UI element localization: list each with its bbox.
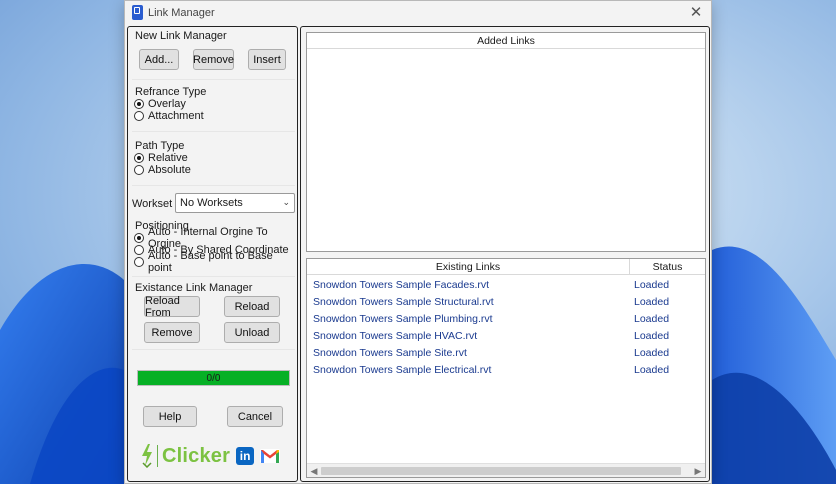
link-status: Loaded xyxy=(634,346,670,359)
existance-link-manager-label: Existance Link Manager xyxy=(135,282,253,294)
chevron-down-icon: ⌄ xyxy=(282,197,290,207)
insert-button[interactable]: Insert xyxy=(248,49,286,70)
workset-label: Workset xyxy=(132,198,173,210)
radio-internal-origin[interactable]: Auto - Internal Orgine To Orgine xyxy=(134,226,297,250)
divider xyxy=(132,276,295,277)
horizontal-scrollbar[interactable]: ◀ ▶ xyxy=(307,463,705,477)
radio-internal-origin-indicator[interactable] xyxy=(134,233,144,243)
link-name: Snowdon Towers Sample Site.rvt xyxy=(313,346,467,359)
radio-relative[interactable]: Relative xyxy=(134,152,188,164)
link-name: Snowdon Towers Sample Electrical.rvt xyxy=(313,363,492,376)
add-button[interactable]: Add... xyxy=(139,49,179,70)
scroll-left-icon[interactable]: ◀ xyxy=(308,465,320,477)
radio-absolute-indicator[interactable] xyxy=(134,165,144,175)
left-panel: New Link Manager Add... Remove Insert Re… xyxy=(127,26,298,482)
table-row[interactable]: Snowdon Towers Sample HVAC.rvt Loaded xyxy=(307,327,705,344)
remove-new-link-button[interactable]: Remove xyxy=(193,49,234,70)
workset-select[interactable]: No Worksets ⌄ xyxy=(175,193,295,213)
link-status: Loaded xyxy=(634,278,670,291)
column-existing-links[interactable]: Existing Links xyxy=(307,259,630,275)
title-bar: Link Manager ✕ xyxy=(125,1,711,25)
link-status: Loaded xyxy=(634,363,670,376)
app-icon xyxy=(132,5,143,20)
link-status: Loaded xyxy=(634,295,670,308)
divider xyxy=(132,79,295,80)
column-added-links[interactable]: Added Links xyxy=(307,33,705,49)
link-name: Snowdon Towers Sample HVAC.rvt xyxy=(313,329,478,342)
scrollbar-thumb[interactable] xyxy=(321,467,681,475)
lightning-icon xyxy=(142,444,152,468)
divider xyxy=(132,349,295,350)
added-links-header: Added Links xyxy=(307,33,705,49)
radio-relative-indicator[interactable] xyxy=(134,153,144,163)
help-button[interactable]: Help xyxy=(143,406,197,427)
link-status: Loaded xyxy=(634,329,670,342)
link-status: Loaded xyxy=(634,312,670,325)
divider xyxy=(132,185,295,186)
radio-base-point-indicator[interactable] xyxy=(134,257,144,267)
unload-button[interactable]: Unload xyxy=(224,322,280,343)
added-links-list[interactable]: Added Links xyxy=(306,32,706,252)
radio-base-point-label: Auto - Base point to Base point xyxy=(148,250,273,274)
workset-value: No Worksets xyxy=(180,197,243,209)
radio-overlay-label: Overlay xyxy=(148,98,186,110)
table-row[interactable]: Snowdon Towers Sample Electrical.rvt Loa… xyxy=(307,361,705,378)
brand-footer: Clicker in xyxy=(140,443,281,469)
link-manager-window: Link Manager ✕ New Link Manager Add... R… xyxy=(124,0,712,484)
radio-relative-label: Relative xyxy=(148,152,188,164)
new-link-manager-label: New Link Manager xyxy=(135,30,227,42)
radio-attachment-label: Attachment xyxy=(148,110,204,122)
table-row[interactable]: Snowdon Towers Sample Site.rvt Loaded xyxy=(307,344,705,361)
radio-absolute[interactable]: Absolute xyxy=(134,164,191,176)
brand-logo-text[interactable]: Clicker xyxy=(162,445,230,468)
gmail-icon[interactable] xyxy=(260,448,281,464)
table-row[interactable]: Snowdon Towers Sample Facades.rvt Loaded xyxy=(307,276,705,293)
existing-links-list[interactable]: Existing Links Status Snowdon Towers Sam… xyxy=(306,258,706,478)
column-status[interactable]: Status xyxy=(630,259,705,275)
right-panel: Added Links Existing Links Status Snowdo… xyxy=(300,26,710,482)
remove-existing-link-button[interactable]: Remove xyxy=(144,322,200,343)
scroll-right-icon[interactable]: ▶ xyxy=(692,465,704,477)
link-name: Snowdon Towers Sample Structural.rvt xyxy=(313,295,494,308)
table-row[interactable]: Snowdon Towers Sample Structural.rvt Loa… xyxy=(307,293,705,310)
reload-button[interactable]: Reload xyxy=(224,296,280,317)
radio-overlay[interactable]: Overlay xyxy=(134,98,186,110)
cancel-button[interactable]: Cancel xyxy=(227,406,283,427)
linkedin-icon[interactable]: in xyxy=(236,447,255,465)
radio-absolute-label: Absolute xyxy=(148,164,191,176)
radio-attachment-indicator[interactable] xyxy=(134,111,144,121)
divider xyxy=(132,131,295,132)
window-title: Link Manager xyxy=(148,7,215,19)
progress-bar: 0/0 xyxy=(137,370,290,386)
radio-base-point[interactable]: Auto - Base point to Base point xyxy=(134,250,297,274)
radio-overlay-indicator[interactable] xyxy=(134,99,144,109)
progress-text: 0/0 xyxy=(206,372,221,384)
link-name: Snowdon Towers Sample Plumbing.rvt xyxy=(313,312,493,325)
close-button[interactable]: ✕ xyxy=(687,4,705,22)
link-name: Snowdon Towers Sample Facades.rvt xyxy=(313,278,490,291)
reload-from-button[interactable]: Reload From xyxy=(144,295,200,319)
existing-links-header: Existing Links Status xyxy=(307,259,705,275)
brand-divider xyxy=(157,445,158,467)
reference-type-label: Refrance Type xyxy=(135,86,207,98)
radio-attachment[interactable]: Attachment xyxy=(134,110,204,122)
radio-shared-coordinate-indicator[interactable] xyxy=(134,245,144,255)
table-row[interactable]: Snowdon Towers Sample Plumbing.rvt Loade… xyxy=(307,310,705,327)
path-type-label: Path Type xyxy=(135,140,185,152)
